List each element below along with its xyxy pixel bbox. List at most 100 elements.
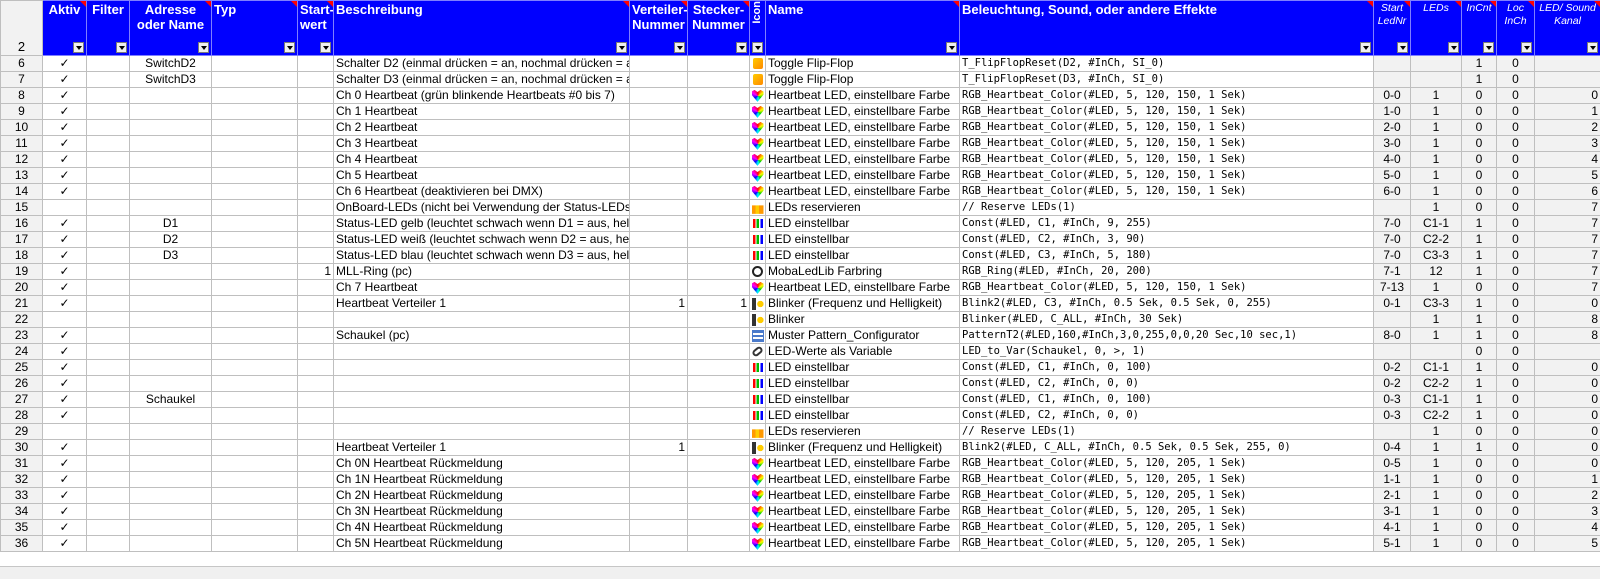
name-cell[interactable]: Blinker (765, 311, 960, 328)
startwert-cell[interactable] (297, 167, 334, 184)
stecker-cell[interactable] (687, 119, 750, 136)
filter-cell[interactable] (86, 407, 130, 424)
effekt-cell[interactable]: RGB_Heartbeat_Color(#LED, 5, 120, 150, 1… (959, 103, 1374, 120)
aktiv-cell[interactable]: ✓ (42, 519, 87, 536)
icon-cell[interactable] (749, 103, 766, 120)
icon-cell[interactable] (749, 327, 766, 344)
effekt-cell[interactable]: // Reserve LEDs(1) (959, 423, 1374, 440)
stecker-cell[interactable] (687, 327, 750, 344)
adresse-cell[interactable] (129, 135, 212, 152)
adresse-cell[interactable]: SwitchD3 (129, 71, 212, 88)
typ-cell[interactable] (211, 87, 298, 104)
verteiler-cell[interactable] (629, 167, 688, 184)
beschreibung-cell[interactable] (333, 375, 630, 392)
beschreibung-cell[interactable]: Ch 5N Heartbeat Rückmeldung (333, 535, 630, 552)
stecker-cell[interactable] (687, 167, 750, 184)
verteiler-cell[interactable] (629, 503, 688, 520)
filter-dropdown-icon[interactable] (674, 42, 685, 53)
beschreibung-cell[interactable] (333, 311, 630, 328)
aktiv-cell[interactable]: ✓ (42, 439, 87, 456)
startwert-cell[interactable] (297, 279, 334, 296)
startwert-cell[interactable] (297, 183, 334, 200)
icon-cell[interactable] (749, 151, 766, 168)
icon-cell[interactable] (749, 247, 766, 264)
adresse-cell[interactable] (129, 103, 212, 120)
name-cell[interactable]: LED-Werte als Variable (765, 343, 960, 360)
startwert-cell[interactable] (297, 343, 334, 360)
verteiler-cell[interactable] (629, 135, 688, 152)
filter-cell[interactable] (86, 135, 130, 152)
verteiler-cell[interactable] (629, 343, 688, 360)
effekt-cell[interactable]: RGB_Heartbeat_Color(#LED, 5, 120, 205, 1… (959, 455, 1374, 472)
effekt-cell[interactable]: Const(#LED, C2, #InCh, 3, 90) (959, 231, 1374, 248)
startwert-cell[interactable] (297, 327, 334, 344)
adresse-cell[interactable] (129, 407, 212, 424)
typ-cell[interactable] (211, 167, 298, 184)
typ-cell[interactable] (211, 119, 298, 136)
beschreibung-cell[interactable]: Ch 7 Heartbeat (333, 279, 630, 296)
stecker-cell[interactable] (687, 423, 750, 440)
stecker-cell[interactable] (687, 359, 750, 376)
effekt-cell[interactable]: LED_to_Var(Schaukel, 0, >, 1) (959, 343, 1374, 360)
verteiler-cell[interactable] (629, 311, 688, 328)
beschreibung-cell[interactable]: Schalter D2 (einmal drücken = an, nochma… (333, 55, 630, 72)
verteiler-cell[interactable] (629, 423, 688, 440)
aktiv-cell[interactable]: ✓ (42, 135, 87, 152)
filter-cell[interactable] (86, 519, 130, 536)
filter-cell[interactable] (86, 151, 130, 168)
col-adresse-header[interactable]: Adresse oder Name (129, 0, 212, 56)
beschreibung-cell[interactable]: Ch 5 Heartbeat (333, 167, 630, 184)
beschreibung-cell[interactable]: Schalter D3 (einmal drücken = an, nochma… (333, 71, 630, 88)
filter-cell[interactable] (86, 375, 130, 392)
stecker-cell[interactable] (687, 103, 750, 120)
startwert-cell[interactable] (297, 151, 334, 168)
filter-cell[interactable] (86, 343, 130, 360)
name-cell[interactable]: Toggle Flip-Flop (765, 55, 960, 72)
verteiler-cell[interactable] (629, 407, 688, 424)
typ-cell[interactable] (211, 295, 298, 312)
adresse-cell[interactable] (129, 375, 212, 392)
name-cell[interactable]: Heartbeat LED, einstellbare Farbe (765, 487, 960, 504)
filter-cell[interactable] (86, 391, 130, 408)
filter-cell[interactable] (86, 423, 130, 440)
startwert-cell[interactable] (297, 487, 334, 504)
typ-cell[interactable] (211, 519, 298, 536)
verteiler-cell[interactable] (629, 231, 688, 248)
filter-cell[interactable] (86, 247, 130, 264)
filter-cell[interactable] (86, 103, 130, 120)
col-typ-header[interactable]: Typ (211, 0, 298, 56)
stecker-cell[interactable] (687, 55, 750, 72)
name-cell[interactable]: LED einstellbar (765, 231, 960, 248)
filter-cell[interactable] (86, 263, 130, 280)
col-led-sound-header[interactable]: LED/ Sound Kanal (1534, 0, 1600, 56)
typ-cell[interactable] (211, 103, 298, 120)
filter-cell[interactable] (86, 215, 130, 232)
startwert-cell[interactable] (297, 535, 334, 552)
adresse-cell[interactable] (129, 535, 212, 552)
stecker-cell[interactable] (687, 87, 750, 104)
aktiv-cell[interactable]: ✓ (42, 279, 87, 296)
stecker-cell[interactable] (687, 343, 750, 360)
filter-cell[interactable] (86, 311, 130, 328)
icon-cell[interactable] (749, 311, 766, 328)
startwert-cell[interactable] (297, 503, 334, 520)
verteiler-cell[interactable] (629, 455, 688, 472)
typ-cell[interactable] (211, 247, 298, 264)
name-cell[interactable]: MobaLedLib Farbring (765, 263, 960, 280)
effekt-cell[interactable]: Const(#LED, C3, #InCh, 5, 180) (959, 247, 1374, 264)
name-cell[interactable]: LEDs reservieren (765, 199, 960, 216)
aktiv-cell[interactable]: ✓ (42, 407, 87, 424)
filter-dropdown-icon[interactable] (116, 42, 127, 53)
verteiler-cell[interactable] (629, 119, 688, 136)
aktiv-cell[interactable]: ✓ (42, 471, 87, 488)
aktiv-cell[interactable]: ✓ (42, 71, 87, 88)
aktiv-cell[interactable]: ✓ (42, 167, 87, 184)
adresse-cell[interactable] (129, 359, 212, 376)
adresse-cell[interactable] (129, 487, 212, 504)
typ-cell[interactable] (211, 471, 298, 488)
adresse-cell[interactable] (129, 167, 212, 184)
icon-cell[interactable] (749, 423, 766, 440)
adresse-cell[interactable] (129, 439, 212, 456)
stecker-cell[interactable] (687, 135, 750, 152)
name-cell[interactable]: LED einstellbar (765, 215, 960, 232)
